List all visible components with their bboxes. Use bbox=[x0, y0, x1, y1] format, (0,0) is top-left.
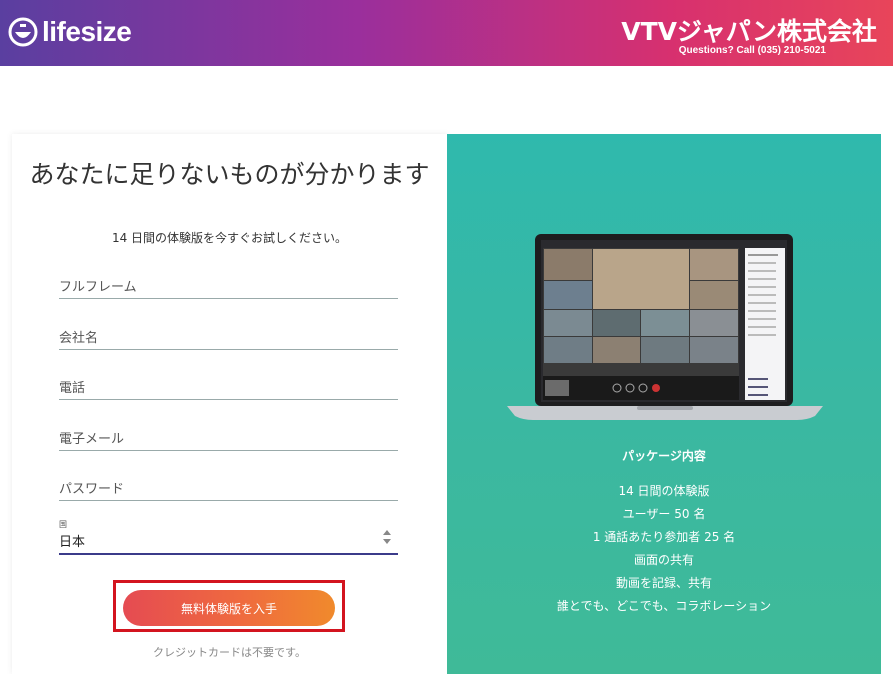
password-placeholder: パスワード bbox=[59, 482, 125, 497]
get-free-trial-button[interactable]: 無料体験版を入手 bbox=[123, 590, 335, 626]
fullname-placeholder: フルフレーム bbox=[59, 280, 137, 295]
logo-text: lifesize bbox=[42, 16, 132, 47]
package-item: 1 通話あたり参加者 25 名 bbox=[592, 530, 736, 544]
contact-phone: Questions? Call (035) 210-5021 bbox=[678, 45, 826, 56]
no-credit-card-note: クレジットカードは不要です。 bbox=[153, 646, 306, 659]
package-item: 誰とでも、どこでも、コラボレーション bbox=[556, 599, 772, 613]
email-placeholder: 電子メール bbox=[59, 432, 125, 447]
form-title: あなたに足りないものが分かります bbox=[29, 160, 430, 189]
form-subtitle: 14 日間の体験版を今すぐお試しください。 bbox=[111, 231, 348, 245]
company-placeholder: 会社名 bbox=[59, 331, 99, 346]
country-value: 日本 bbox=[59, 535, 86, 550]
package-title: パッケージ内容 bbox=[622, 449, 706, 463]
country-label: 国 bbox=[59, 520, 67, 529]
package-list: 14 日間の体験版 ユーザー 50 名 1 通話あたり参加者 25 名 画面の共… bbox=[447, 480, 881, 618]
package-item: 動画を記録、共有 bbox=[615, 576, 712, 590]
company-field[interactable]: 会社名 bbox=[59, 329, 398, 350]
company-name: VTVジャパン株式会社 bbox=[621, 17, 877, 46]
lifesize-logo-icon bbox=[8, 17, 38, 47]
lifesize-logo[interactable]: lifesize bbox=[8, 16, 132, 48]
email-field[interactable]: 電子メール bbox=[59, 430, 398, 451]
phone-field[interactable]: 電話 bbox=[59, 379, 398, 400]
password-field[interactable]: パスワード bbox=[59, 480, 398, 501]
signup-form-panel: あなたに足りないものが分かります 14 日間の体験版を今すぐお試しください。 フ… bbox=[12, 134, 447, 674]
package-item: ユーザー 50 名 bbox=[622, 507, 706, 521]
select-arrows-icon bbox=[383, 530, 391, 544]
package-item: 画面の共有 bbox=[633, 553, 694, 567]
site-header: lifesize VTVジャパン株式会社 Questions? Call (03… bbox=[0, 0, 893, 66]
phone-placeholder: 電話 bbox=[59, 381, 86, 396]
laptop-video-call-image bbox=[507, 234, 823, 420]
country-select[interactable]: 国 日本 bbox=[59, 519, 398, 555]
fullname-field[interactable]: フルフレーム bbox=[59, 278, 398, 299]
promo-panel: パッケージ内容 14 日間の体験版 ユーザー 50 名 1 通話あたり参加者 2… bbox=[447, 134, 881, 674]
package-item: 14 日間の体験版 bbox=[618, 484, 710, 498]
